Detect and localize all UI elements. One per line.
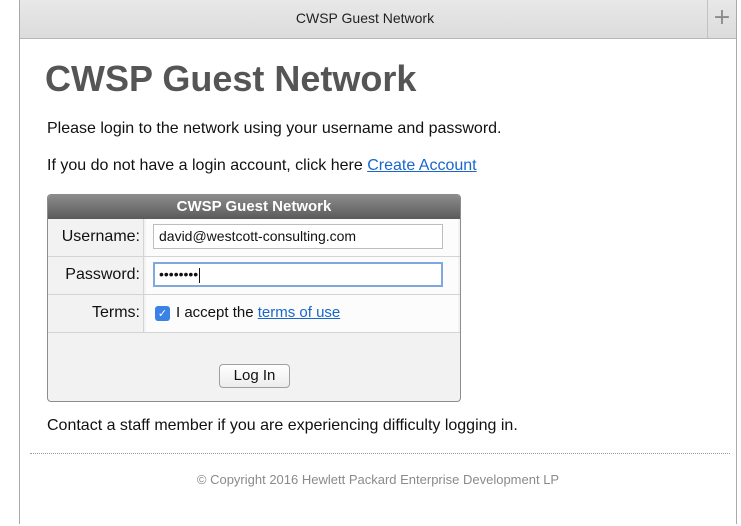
password-row: Password: •••••••• [48, 257, 460, 295]
terms-of-use-link[interactable]: terms of use [258, 304, 341, 321]
tab-bar: CWSP Guest Network + [20, 0, 736, 39]
terms-checkbox-checkmark-icon[interactable]: ✓ [155, 306, 170, 321]
password-value: •••••••• [159, 266, 199, 282]
terms-accept-label: I accept the [176, 304, 258, 321]
login-button[interactable]: Log In [219, 364, 290, 388]
row-divider [48, 332, 460, 333]
copyright-text: © Copyright 2016 Hewlett Packard Enterpr… [196, 472, 560, 487]
footer-divider [30, 453, 730, 454]
create-account-link[interactable]: Create Account [367, 157, 476, 174]
active-tab[interactable]: CWSP Guest Network [20, 10, 710, 26]
username-cell: david@westcott-consulting.com [146, 219, 458, 256]
help-text: Contact a staff member if you are experi… [47, 417, 518, 434]
no-account-label: If you do not have a login account, clic… [47, 157, 368, 174]
terms-row: Terms: ✓ I accept the terms of use [48, 295, 460, 333]
terms-text: I accept the terms of use [176, 304, 340, 321]
text-caret [199, 267, 201, 283]
login-form-header: CWSP Guest Network [48, 195, 460, 219]
login-form: CWSP Guest Network Username: david@westc… [47, 194, 461, 402]
username-row: Username: david@westcott-consulting.com [48, 219, 460, 257]
terms-label: Terms: [92, 304, 140, 321]
password-cell: •••••••• [146, 257, 458, 294]
browser-window: CWSP Guest Network + CWSP Guest Network … [19, 0, 737, 524]
new-tab-plus-icon[interactable]: + [707, 0, 736, 38]
password-label: Password: [65, 266, 140, 283]
username-input[interactable]: david@westcott-consulting.com [153, 224, 443, 249]
password-input[interactable]: •••••••• [153, 262, 443, 287]
page-title: CWSP Guest Network [45, 58, 417, 99]
username-label: Username: [61, 228, 140, 245]
no-account-text: If you do not have a login account, clic… [47, 157, 477, 175]
terms-cell: ✓ I accept the terms of use [146, 295, 458, 332]
intro-text: Please login to the network using your u… [47, 120, 502, 137]
